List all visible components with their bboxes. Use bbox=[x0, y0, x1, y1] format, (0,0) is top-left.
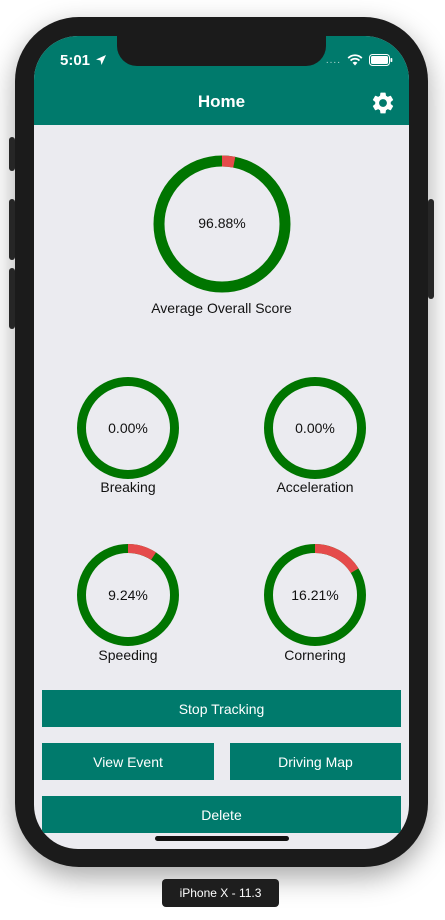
speeding-value: 9.24% bbox=[108, 587, 148, 603]
simulator-stage: 5:01 .... Home 96.88% Average Overall Sc… bbox=[0, 0, 445, 920]
battery-icon bbox=[369, 54, 393, 66]
cornering-value: 16.21% bbox=[291, 587, 339, 603]
breaking-value: 0.00% bbox=[108, 420, 148, 436]
dashboard-content: 96.88% Average Overall Score 0.00% Break… bbox=[34, 125, 409, 849]
cornering-gauge: 16.21% bbox=[264, 544, 366, 646]
page-title: Home bbox=[197, 92, 246, 111]
volume-down-button bbox=[9, 268, 15, 329]
status-indicators: .... bbox=[326, 53, 393, 67]
breaking-gauge: 0.00% bbox=[77, 377, 179, 479]
home-indicator[interactable] bbox=[155, 836, 289, 841]
status-time: 5:01 bbox=[60, 52, 91, 69]
app-screen: 5:01 .... Home 96.88% Average Overall Sc… bbox=[34, 36, 409, 849]
speeding-label: Speeding bbox=[98, 647, 158, 663]
volume-up-button bbox=[9, 199, 15, 260]
device-notch bbox=[117, 36, 326, 66]
power-button bbox=[428, 199, 434, 299]
mute-switch bbox=[9, 137, 15, 171]
device-label: iPhone X - 11.3 bbox=[162, 879, 279, 907]
overall-score-value: 96.88% bbox=[198, 215, 246, 231]
acceleration-value: 0.00% bbox=[295, 420, 335, 436]
overall-score-gauge: 96.88% bbox=[153, 155, 291, 293]
gear-icon[interactable] bbox=[370, 90, 396, 116]
signal-dots: .... bbox=[325, 54, 341, 66]
location-arrow-icon bbox=[96, 55, 106, 65]
cornering-label: Cornering bbox=[284, 647, 346, 663]
wifi-icon bbox=[347, 54, 363, 66]
breaking-label: Breaking bbox=[100, 479, 156, 495]
acceleration-label: Acceleration bbox=[276, 479, 354, 495]
delete-button[interactable]: Delete bbox=[42, 796, 401, 833]
stop-tracking-button[interactable]: Stop Tracking bbox=[42, 690, 401, 727]
overall-score-label: Average Overall Score bbox=[151, 300, 292, 316]
acceleration-gauge: 0.00% bbox=[264, 377, 366, 479]
speeding-gauge: 9.24% bbox=[77, 544, 179, 646]
view-event-button[interactable]: View Event bbox=[42, 743, 214, 780]
driving-map-button[interactable]: Driving Map bbox=[230, 743, 401, 780]
